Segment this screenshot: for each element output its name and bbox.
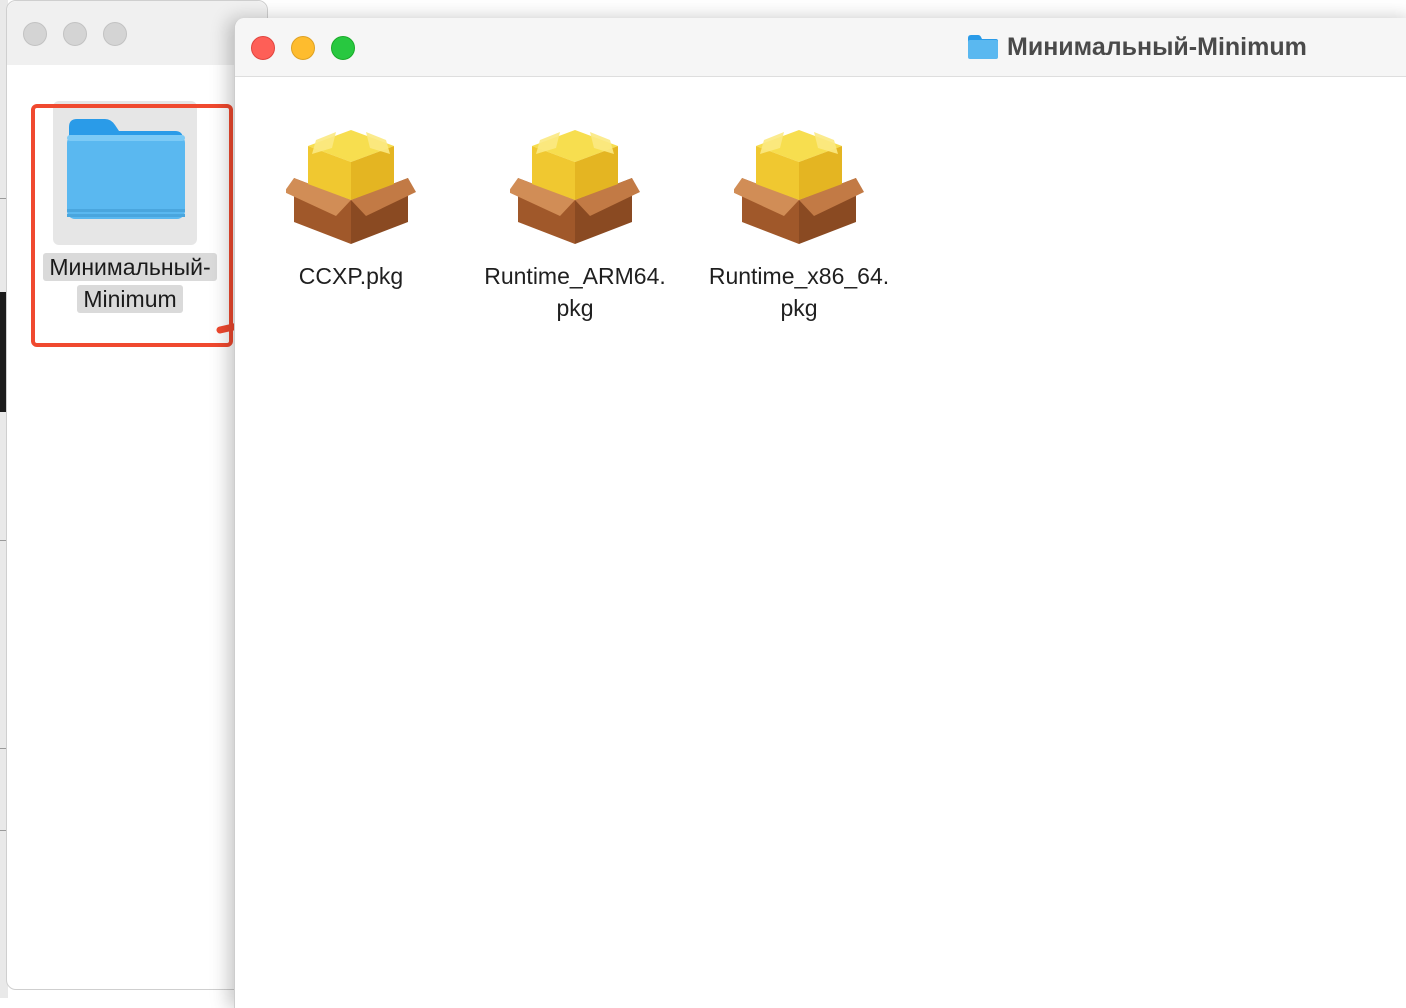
window-titlebar[interactable]: Минимальный-Minimum	[235, 18, 1406, 77]
highlight-rectangle	[31, 104, 233, 347]
minimize-button-inactive[interactable]	[63, 22, 87, 46]
file-item-runtime-x86-64[interactable]: Runtime_x86_64. pkg	[694, 128, 904, 324]
package-icon	[734, 130, 864, 244]
window-title: Минимальный-Minimum	[967, 32, 1307, 62]
package-icon	[510, 130, 640, 244]
package-icon	[286, 130, 416, 244]
minimize-button[interactable]	[291, 36, 315, 60]
close-button-inactive[interactable]	[23, 22, 47, 46]
finder-window: Минимальный-Minimum CCXP.pkg Runtime_ARM…	[234, 18, 1406, 1008]
maximize-button-inactive[interactable]	[103, 22, 127, 46]
file-name: Runtime_ARM64. pkg	[484, 263, 666, 321]
file-item-ccxp[interactable]: CCXP.pkg	[246, 128, 456, 292]
folder-icon	[968, 35, 998, 59]
file-name: CCXP.pkg	[298, 263, 404, 289]
close-button[interactable]	[251, 36, 275, 60]
file-name: Runtime_x86_64. pkg	[708, 263, 890, 321]
background-window-titlebar	[7, 1, 267, 65]
maximize-button[interactable]	[331, 36, 355, 60]
file-item-runtime-arm64[interactable]: Runtime_ARM64. pkg	[470, 128, 680, 324]
